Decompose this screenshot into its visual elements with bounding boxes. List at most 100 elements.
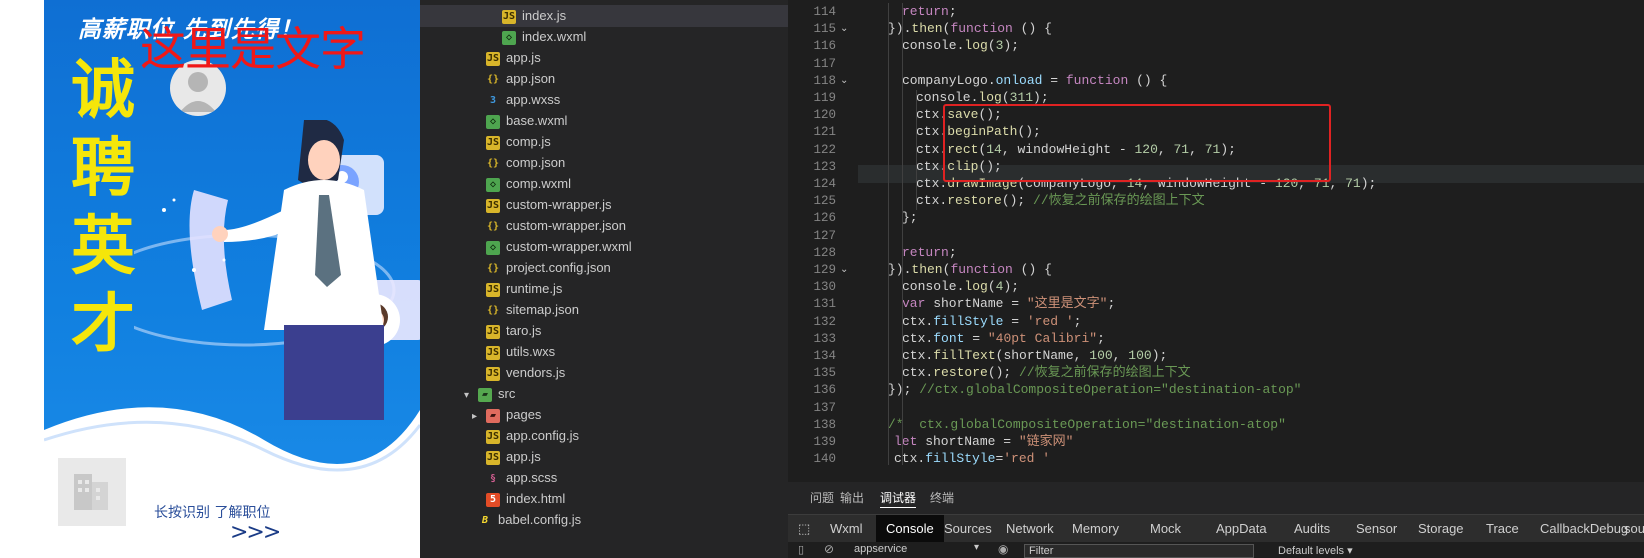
line-number: 132 xyxy=(813,314,836,329)
code-line[interactable]: }); //ctx.globalCompositeOperation="dest… xyxy=(888,381,1301,399)
file-tree-item[interactable]: ◇ comp.wxml xyxy=(420,173,788,195)
file-tree-item[interactable]: JS comp.js xyxy=(420,131,788,153)
code-line[interactable]: ctx.fillStyle = 'red '; xyxy=(902,313,1081,331)
devtools-tab[interactable]: CallbackDebug xyxy=(1540,515,1628,543)
code-line[interactable]: return; xyxy=(902,244,957,262)
line-number: 120 xyxy=(813,108,836,123)
file-tree-item[interactable]: 5 index.html xyxy=(420,488,788,510)
devtools-tab[interactable]: Sources xyxy=(944,515,992,543)
code-line[interactable]: var shortName = "这里是文字"; xyxy=(902,295,1115,313)
file-tree-item[interactable]: JS app.config.js xyxy=(420,425,788,447)
building-icon xyxy=(74,474,108,510)
file-tree-item[interactable]: {} app.json xyxy=(420,68,788,90)
chevron-down-icon[interactable]: ▾ xyxy=(974,542,979,553)
js-file-icon: JS xyxy=(486,282,500,297)
inspect-icon[interactable]: ⬚ xyxy=(798,515,810,543)
file-tree-label: app.js xyxy=(506,449,541,464)
file-tree-item[interactable]: JS vendors.js xyxy=(420,362,788,384)
indent-guide xyxy=(902,3,903,465)
code-line[interactable]: companyLogo.onload = function () { xyxy=(902,72,1167,90)
panel-tab[interactable]: 终端 xyxy=(930,488,954,508)
vertical-title: 诚 聘 英 才 xyxy=(68,52,138,364)
panel-tab[interactable]: 问题 xyxy=(810,488,834,508)
folder-file-icon: ▰ xyxy=(478,387,492,402)
context-select[interactable]: appservice xyxy=(854,543,907,555)
file-tree-item[interactable]: ◇ custom-wrapper.wxml xyxy=(420,236,788,258)
line-number: 140 xyxy=(813,452,836,467)
code-line[interactable]: let shortName = "链家网" xyxy=(894,433,1073,451)
code-line[interactable]: }; xyxy=(902,209,918,227)
file-tree-item[interactable]: JS taro.js xyxy=(420,320,788,342)
file-tree-item[interactable]: 3 app.wxss xyxy=(420,89,788,111)
devtools-tab[interactable]: Memory xyxy=(1072,515,1119,543)
wxml-file-icon: ◇ xyxy=(486,114,500,129)
line-number: 129 xyxy=(813,263,836,277)
file-tree-item[interactable]: ◇ index.wxml xyxy=(420,26,788,48)
sidebar-toggle-icon[interactable]: ▯ xyxy=(798,543,804,556)
file-tree-item[interactable]: JS utils.wxs xyxy=(420,341,788,363)
panel-tab[interactable]: 调试器 xyxy=(880,488,917,508)
clear-console-icon[interactable]: ⊘ xyxy=(824,542,834,556)
file-tree-item[interactable]: {} comp.json xyxy=(420,152,788,174)
code-line[interactable]: console.log(4); xyxy=(902,278,1019,296)
devtools-tab[interactable]: Mock xyxy=(1150,515,1181,543)
fold-chevron-icon[interactable]: ⌄ xyxy=(840,20,848,38)
fold-chevron-icon[interactable]: ⌄ xyxy=(840,261,848,279)
line-number: 136 xyxy=(813,383,836,398)
file-tree-item[interactable]: {} project.config.json xyxy=(420,257,788,279)
code-line[interactable]: console.log(3); xyxy=(902,37,1019,55)
file-tree-item[interactable]: Bbabel.config.js xyxy=(420,509,788,531)
file-tree-item[interactable]: JS app.js xyxy=(420,446,788,468)
devtools-tab[interactable]: sour xyxy=(1624,515,1644,543)
code-editor[interactable]: 114 115 116 117 118 119 120 121 122 123 124 125 126 1… xyxy=(788,0,1644,482)
file-tree-item[interactable]: JS app.js xyxy=(420,47,788,69)
file-tree-item[interactable]: ▾ ▰ src xyxy=(420,383,788,405)
devtools-tab[interactable]: AppData xyxy=(1216,515,1267,543)
line-number: 118 xyxy=(813,73,836,88)
code-line[interactable]: return; xyxy=(902,3,957,21)
devtools-tab[interactable]: Storage xyxy=(1418,515,1464,543)
devtools-tab[interactable]: Console xyxy=(876,515,944,543)
file-explorer: JS index.js ◇ index.wxml JS app.js {} app.json 3… xyxy=(420,0,788,558)
file-tree-item[interactable]: ◇ base.wxml xyxy=(420,110,788,132)
line-number: 135 xyxy=(813,366,836,381)
devtools-tab[interactable]: Audits xyxy=(1294,515,1330,543)
file-tree-label: pages xyxy=(506,407,542,422)
console-filter-input[interactable]: Filter xyxy=(1024,544,1254,558)
file-tree-label: app.wxss xyxy=(506,92,561,107)
devtools-tab[interactable]: Network xyxy=(1006,515,1054,543)
code-line[interactable]: ctx.restore(); //恢复之前保存的绘图上下文 xyxy=(916,192,1205,210)
wxml-file-icon: ◇ xyxy=(486,177,500,192)
file-tree-item[interactable]: JS runtime.js xyxy=(420,278,788,300)
js-file-icon: JS xyxy=(486,429,500,444)
file-tree-label: app.scss xyxy=(506,470,558,485)
eye-icon[interactable]: ◉ xyxy=(998,542,1008,556)
devtools-tab[interactable]: Wxml xyxy=(830,515,863,543)
line-number: 126 xyxy=(813,211,836,226)
file-tree-item[interactable]: JS custom-wrapper.js xyxy=(420,194,788,216)
file-tree-item[interactable]: ▸ ▰ pages xyxy=(420,404,788,426)
file-tree-item[interactable]: {} custom-wrapper.json xyxy=(420,215,788,237)
code-line[interactable]: /* ctx.globalCompositeOperation="destina… xyxy=(888,416,1286,434)
code-line[interactable]: ctx.font = "40pt Calibri"; xyxy=(902,330,1105,348)
devtools-tab[interactable]: Trace xyxy=(1486,515,1519,543)
line-number: 130 xyxy=(813,280,836,295)
file-tree-label: utils.wxs xyxy=(506,344,556,359)
log-levels-select[interactable]: Default levels ▾ xyxy=(1278,544,1353,557)
line-number: 125 xyxy=(813,194,836,209)
code-line[interactable]: }).then(function () { xyxy=(888,20,1052,38)
indent-guide xyxy=(916,90,917,210)
panel-tab[interactable]: 输出 xyxy=(840,488,864,508)
code-line[interactable]: ctx.fillText(shortName, 100, 100); xyxy=(902,347,1167,365)
file-tree-item[interactable]: {} sitemap.json xyxy=(420,299,788,321)
code-line[interactable]: }).then(function () { xyxy=(888,261,1052,279)
title-char: 才 xyxy=(71,288,135,362)
devtools-tab[interactable]: Sensor xyxy=(1356,515,1397,543)
code-line[interactable]: ctx.fillStyle='red ' xyxy=(894,450,1050,468)
file-tree-item[interactable]: JS index.js xyxy=(420,5,788,27)
json-file-icon: {} xyxy=(486,220,500,232)
fold-chevron-icon[interactable]: ⌄ xyxy=(840,72,848,90)
file-tree-item[interactable]: § app.scss xyxy=(420,467,788,489)
file-tree-label: vendors.js xyxy=(506,365,566,380)
code-line[interactable]: ctx.restore(); //恢复之前保存的绘图上下文 xyxy=(902,364,1191,382)
